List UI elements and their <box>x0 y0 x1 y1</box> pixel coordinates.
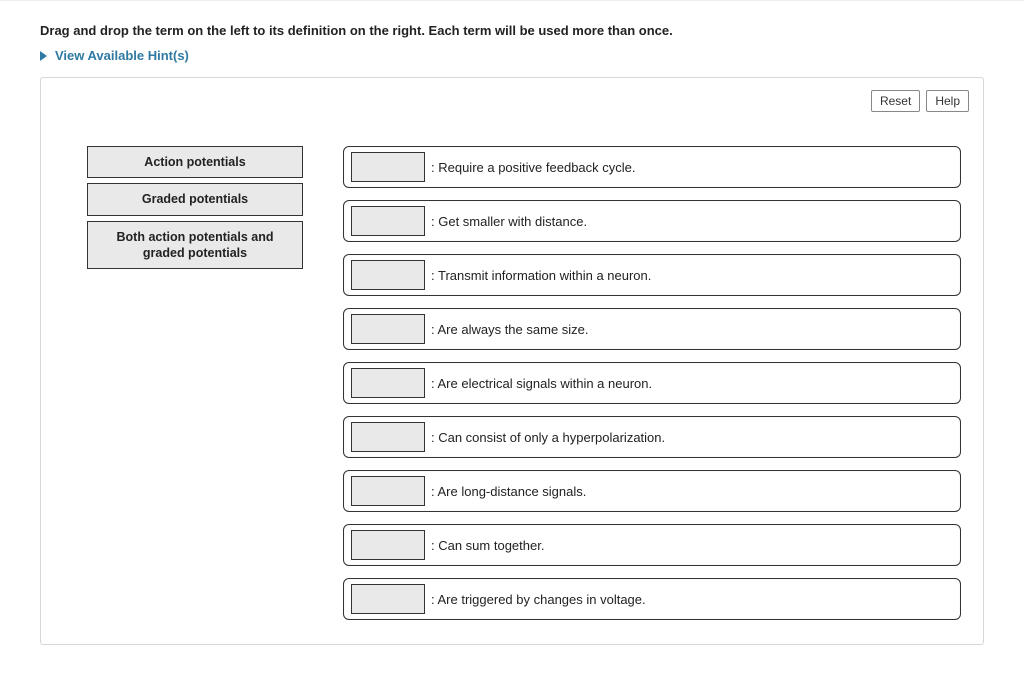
definition-text: : Get smaller with distance. <box>431 214 587 229</box>
definition-text: : Are triggered by changes in voltage. <box>431 592 646 607</box>
definition-row: : Are electrical signals within a neuron… <box>343 362 961 404</box>
term-item[interactable]: Graded potentials <box>87 183 303 215</box>
definition-text: : Require a positive feedback cycle. <box>431 160 636 175</box>
drop-target[interactable] <box>351 476 425 506</box>
definition-text: : Are electrical signals within a neuron… <box>431 376 652 391</box>
definition-row: : Are long-distance signals. <box>343 470 961 512</box>
definition-row: : Can sum together. <box>343 524 961 566</box>
drop-target[interactable] <box>351 584 425 614</box>
definitions-column: : Require a positive feedback cycle. : G… <box>343 146 961 620</box>
instructions-text: Drag and drop the term on the left to it… <box>40 23 984 38</box>
definition-row: : Get smaller with distance. <box>343 200 961 242</box>
definition-row: : Are triggered by changes in voltage. <box>343 578 961 620</box>
definition-text: : Transmit information within a neuron. <box>431 268 651 283</box>
definition-row: : Transmit information within a neuron. <box>343 254 961 296</box>
help-button[interactable]: Help <box>926 90 969 112</box>
term-item[interactable]: Action potentials <box>87 146 303 178</box>
exercise-panel: Reset Help Action potentials Graded pote… <box>40 77 984 645</box>
chevron-right-icon <box>40 51 47 61</box>
term-item[interactable]: Both action potentials and graded potent… <box>87 221 303 270</box>
drop-target[interactable] <box>351 530 425 560</box>
hints-label: View Available Hint(s) <box>55 48 189 63</box>
drop-target[interactable] <box>351 422 425 452</box>
drop-target[interactable] <box>351 368 425 398</box>
definition-row: : Require a positive feedback cycle. <box>343 146 961 188</box>
terms-column: Action potentials Graded potentials Both… <box>87 146 303 620</box>
definition-text: : Can consist of only a hyperpolarizatio… <box>431 430 665 445</box>
definition-text: : Can sum together. <box>431 538 544 553</box>
drop-target[interactable] <box>351 314 425 344</box>
definition-text: : Are always the same size. <box>431 322 589 337</box>
definition-text: : Are long-distance signals. <box>431 484 586 499</box>
reset-button[interactable]: Reset <box>871 90 920 112</box>
definition-row: : Are always the same size. <box>343 308 961 350</box>
view-hints-toggle[interactable]: View Available Hint(s) <box>40 48 189 63</box>
definition-row: : Can consist of only a hyperpolarizatio… <box>343 416 961 458</box>
drop-target[interactable] <box>351 260 425 290</box>
drop-target[interactable] <box>351 206 425 236</box>
drop-target[interactable] <box>351 152 425 182</box>
